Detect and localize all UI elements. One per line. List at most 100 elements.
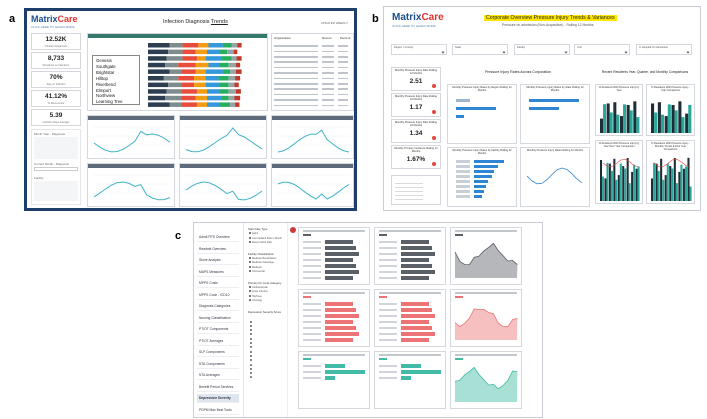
stacked-segment <box>230 102 236 107</box>
filter-option[interactable]: Oncology <box>249 299 262 302</box>
severity-checkbox[interactable] <box>250 363 252 366</box>
filter-option[interactable]: Cardiovascular <box>249 285 268 289</box>
filter-option[interactable]: Recent Admit Date <box>249 241 272 244</box>
stacked-segment <box>148 62 166 68</box>
bar <box>325 332 359 336</box>
filter-dropdown[interactable]: Facility <box>514 44 570 55</box>
sidebar-nav-item[interactable]: Diagnosis Categories <box>197 302 239 311</box>
sidebar-nav-item[interactable]: PDPM Max Best Tools <box>197 406 239 415</box>
filter-dropdown[interactable]: Region / Country <box>391 44 447 55</box>
severity-checkbox[interactable] <box>250 354 252 357</box>
filter-facility-list[interactable] <box>34 181 78 201</box>
bar <box>401 326 432 330</box>
sidebar-nav-item[interactable]: MAPS Measures <box>197 268 239 277</box>
severity-checkbox[interactable] <box>250 376 252 379</box>
metric-card-legend <box>303 234 311 236</box>
comparison-title: % Residents With Pressure Injury - Year … <box>651 86 690 92</box>
table-row[interactable] <box>274 49 352 53</box>
brand-tagline[interactable]: CLICK HERE TO LEARN MORE <box>31 25 75 29</box>
severity-checkbox[interactable] <box>250 350 252 353</box>
bar-label <box>303 277 321 279</box>
table-row[interactable] <box>274 87 352 91</box>
filter-option[interactable]: Hip/Knee <box>249 294 262 298</box>
filter-option[interactable]: Last Updated Date in Month <box>249 236 282 240</box>
kpi-value: 8,733 <box>47 55 65 62</box>
bar <box>401 376 411 380</box>
sidebar-nav-item[interactable]: Stone Analysis <box>197 256 239 265</box>
bar <box>474 195 482 198</box>
sidebar-nav-item[interactable]: NTA Averages <box>197 371 239 380</box>
severity-checkbox[interactable] <box>250 320 252 323</box>
comparison-card: % Residents With Pressure Injury - Month… <box>646 140 695 204</box>
metric-card <box>374 289 446 347</box>
filter-option[interactable]: Admit <box>249 232 258 235</box>
brand-tagline-b[interactable]: CLICK HERE TO LEARN MORE <box>392 24 436 28</box>
filter-current-month-dropdown[interactable] <box>34 167 78 171</box>
bar-label <box>379 377 397 379</box>
facility-filter-list[interactable] <box>395 180 423 202</box>
severity-checkbox[interactable] <box>250 346 252 349</box>
sidebar-nav-item[interactable]: Readmit Overview <box>197 245 239 254</box>
sidebar-nav-item[interactable]: SLP Components <box>197 348 239 357</box>
sidebar-nav-item[interactable]: Nursing Classification <box>197 314 239 323</box>
sidebar-nav-item[interactable]: Benefit Period Services <box>197 383 239 392</box>
severity-checkbox[interactable] <box>250 372 252 375</box>
filter-dropdown[interactable]: In Hospital On Admission <box>636 44 692 55</box>
line-chart-header <box>272 116 353 120</box>
filter-option[interactable]: Medicare Beneficiaries <box>249 256 276 260</box>
kpi-label: Stay w/ Infection <box>46 83 66 86</box>
bar-chart <box>456 99 496 118</box>
filter-option[interactable]: Medicaid <box>249 265 262 269</box>
severity-checkbox[interactable] <box>250 333 252 336</box>
table-row[interactable] <box>274 82 352 86</box>
bar <box>636 117 640 133</box>
stacked-segment <box>195 69 206 74</box>
checkbox-icon <box>249 236 251 239</box>
severity-checkbox[interactable] <box>250 324 252 327</box>
filter-option[interactable]: Medicare Advantage <box>249 261 274 264</box>
stacked-segment <box>148 82 169 88</box>
stacked-segment <box>227 49 234 55</box>
metric-card-legend <box>379 358 387 360</box>
filter-current-month-label: Current Month - Diagnosis <box>34 162 70 166</box>
table-row[interactable] <box>274 60 352 64</box>
sidebar-nav-item[interactable]: Depression Severity <box>197 394 239 403</box>
severity-checkbox[interactable] <box>250 342 252 344</box>
table-row[interactable] <box>274 55 352 59</box>
severity-checkbox[interactable] <box>250 359 252 362</box>
filter-dropdown[interactable]: State <box>452 44 508 55</box>
filter-option[interactable]: Acute Infection <box>249 290 268 293</box>
table-row[interactable] <box>274 98 352 102</box>
legend-item[interactable]: Learning Tree <box>96 99 136 105</box>
table-row[interactable] <box>274 76 352 80</box>
table-cell-percent <box>338 93 348 96</box>
bar <box>685 113 689 133</box>
sidebar-nav-item[interactable]: Admit PPS Overview <box>197 233 239 242</box>
bar <box>600 159 603 201</box>
facility-filter[interactable] <box>391 175 441 205</box>
bar <box>401 314 435 318</box>
table-row[interactable] <box>274 103 352 107</box>
table-row[interactable] <box>274 44 352 48</box>
sidebar-nav-item[interactable]: MPPS Costs <box>197 279 239 288</box>
bar-label <box>456 170 470 173</box>
table-row[interactable] <box>274 71 352 75</box>
table-row[interactable] <box>274 66 352 70</box>
legend-popup: Genesis Southgate Brightstar Hilltop Riverbe… <box>92 55 140 105</box>
severity-checkbox[interactable] <box>250 367 252 370</box>
sidebar-nav-item[interactable]: NTA Components <box>197 360 239 369</box>
severity-checkbox[interactable] <box>250 329 252 332</box>
trend-line <box>653 158 691 168</box>
filter-option[interactable]: Commercial <box>249 270 265 273</box>
sidebar-nav-item[interactable]: PT/OT Components <box>197 325 239 334</box>
filter-month-list[interactable] <box>34 137 78 159</box>
stacked-segment <box>205 76 219 81</box>
severity-checkbox[interactable] <box>250 337 252 340</box>
sidebar-nav-item[interactable]: MPPS Code - ICD10 <box>197 291 239 300</box>
bar-chart-title: Monthly Pressure Injury Rates Rolling 12… <box>526 149 584 152</box>
filter-dropdown[interactable]: Unit <box>574 44 630 55</box>
sidebar-nav-item[interactable]: PT/OT Averages <box>197 337 239 346</box>
table-cell-recent <box>322 93 334 96</box>
table-row[interactable] <box>274 93 352 97</box>
stacked-segment <box>163 76 179 81</box>
